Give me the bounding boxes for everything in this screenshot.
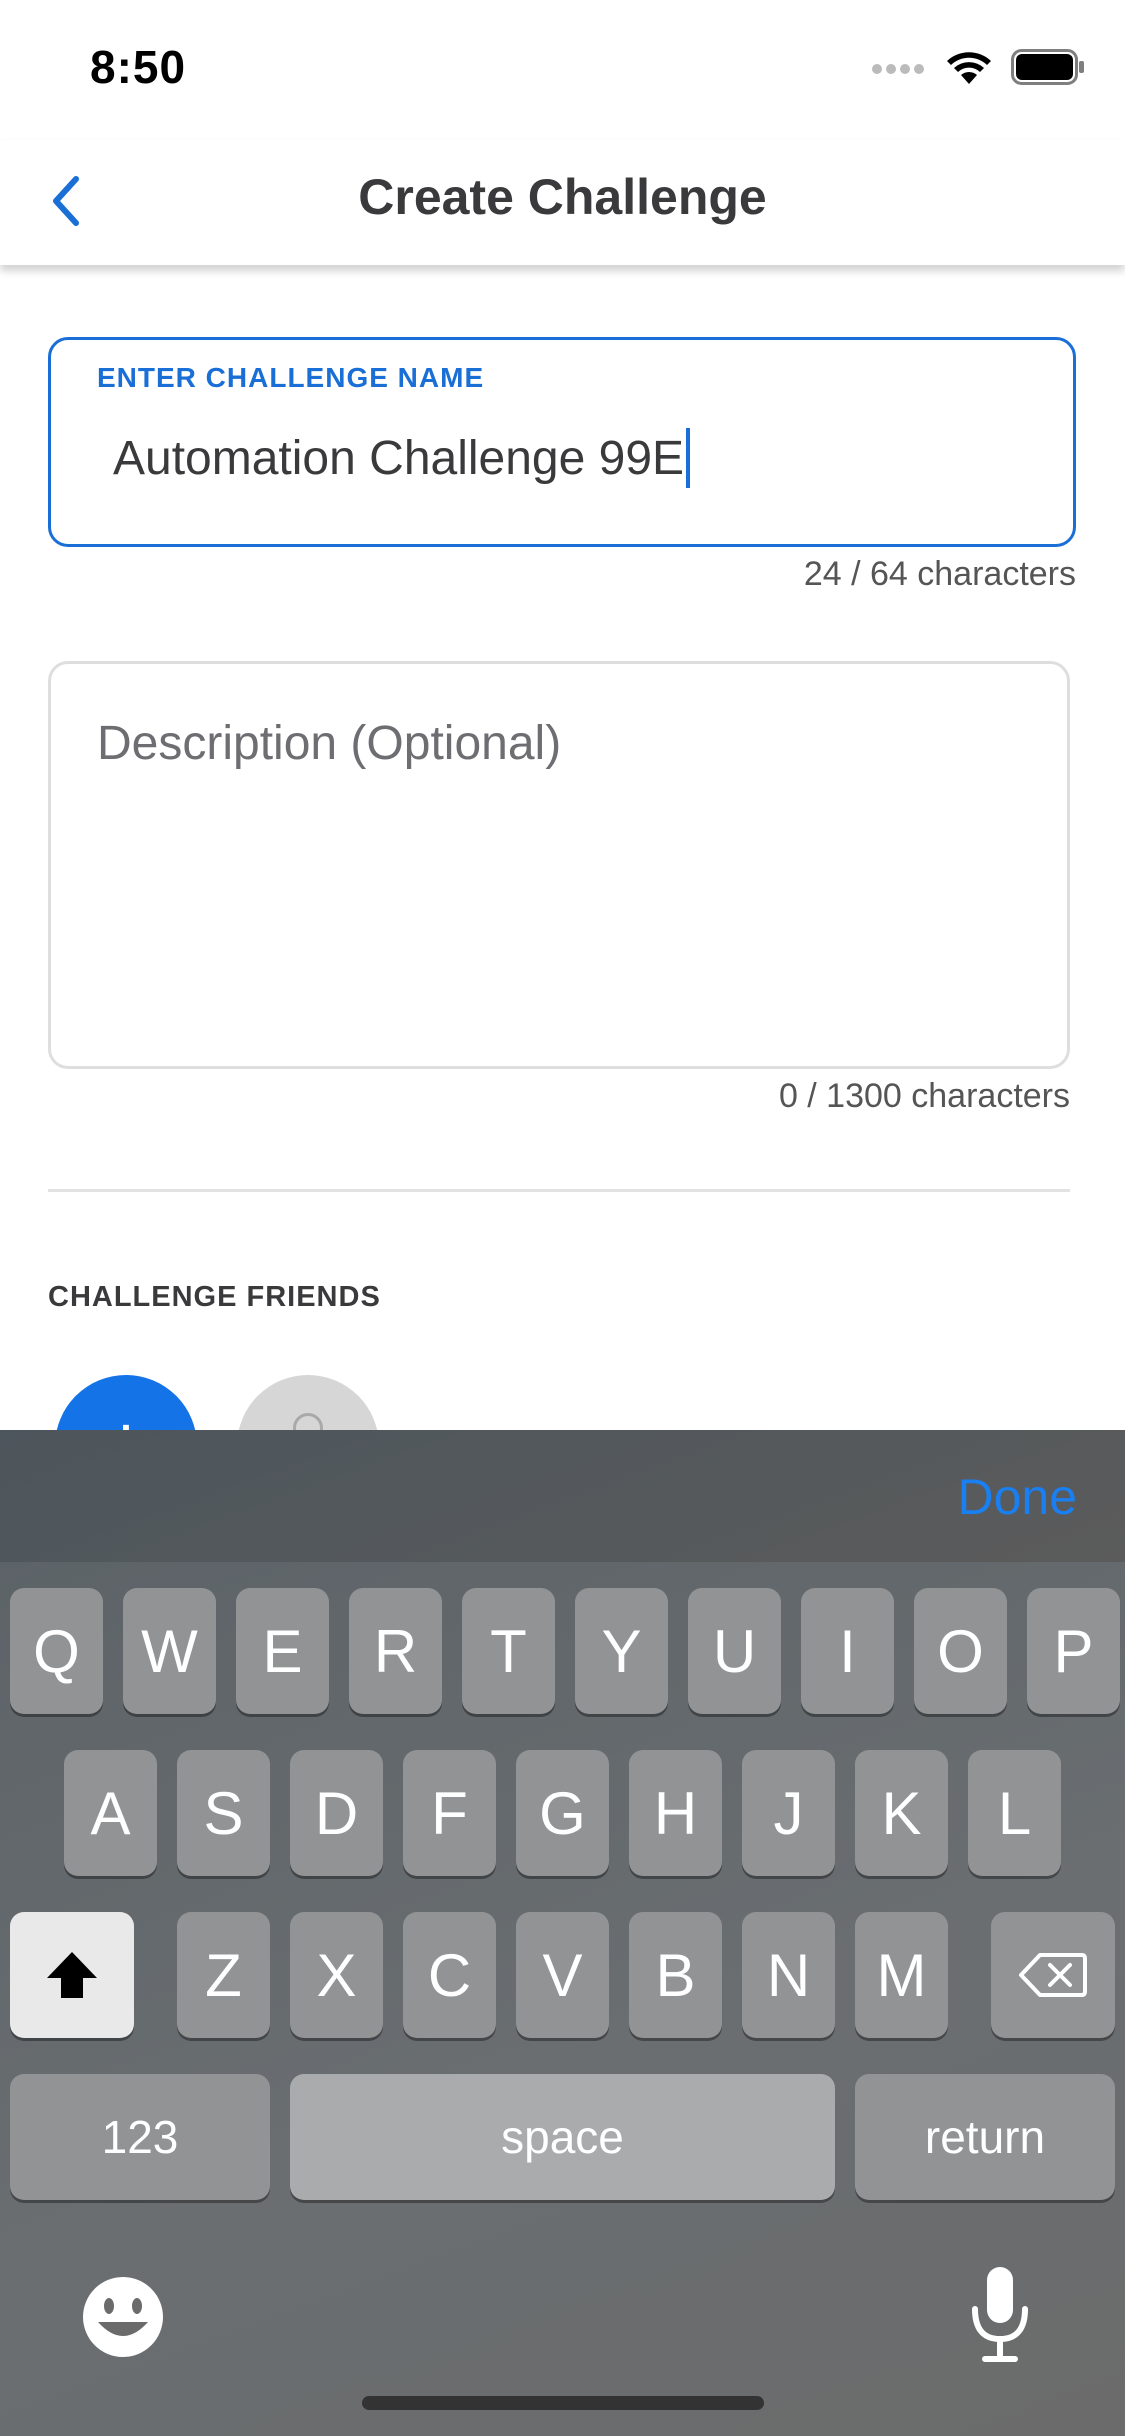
status-bar: 8:50 bbox=[0, 0, 1125, 140]
keyboard-accessory-bar: Done bbox=[0, 1430, 1125, 1562]
friend-avatar[interactable] bbox=[237, 1375, 379, 1430]
key-q[interactable]: Q bbox=[10, 1588, 103, 1714]
key-r[interactable]: R bbox=[349, 1588, 442, 1714]
description-counter: 0 / 1300 characters bbox=[778, 1077, 1070, 1115]
key-b[interactable]: B bbox=[629, 1912, 722, 2038]
key-a[interactable]: A bbox=[64, 1750, 157, 1876]
description-input[interactable]: Description (Optional) bbox=[48, 661, 1070, 1069]
challenge-name-label: ENTER CHALLENGE NAME bbox=[97, 362, 485, 393]
shift-icon bbox=[47, 1952, 97, 1998]
status-icons bbox=[871, 48, 1085, 86]
signal-icon bbox=[872, 64, 924, 74]
key-e[interactable]: E bbox=[236, 1588, 329, 1714]
key-v[interactable]: V bbox=[516, 1912, 609, 2038]
numbers-key[interactable]: 123 bbox=[10, 2074, 270, 2200]
backspace-icon bbox=[1019, 1953, 1087, 1997]
key-w[interactable]: W bbox=[123, 1588, 216, 1714]
key-d[interactable]: D bbox=[290, 1750, 383, 1876]
key-o[interactable]: O bbox=[914, 1588, 1007, 1714]
add-friend-button[interactable]: + bbox=[55, 1375, 197, 1430]
emoji-key[interactable] bbox=[78, 2272, 168, 2362]
create-challenge-form: ENTER CHALLENGE NAME Automation Challeng… bbox=[0, 265, 1125, 1430]
return-key[interactable]: return bbox=[855, 2074, 1115, 2200]
key-y[interactable]: Y bbox=[575, 1588, 668, 1714]
keyboard: Done Q W E R T Y U I O P A S D F G H J K… bbox=[0, 1430, 1125, 2436]
challenge-name-counter: 24 / 64 characters bbox=[803, 555, 1076, 593]
key-s[interactable]: S bbox=[177, 1750, 270, 1876]
key-n[interactable]: N bbox=[742, 1912, 835, 2038]
microphone-icon bbox=[972, 2267, 1028, 2362]
status-time: 8:50 bbox=[90, 41, 187, 93]
challenge-name-value-wrap: Automation Challenge 99E bbox=[113, 428, 691, 488]
key-i[interactable]: I bbox=[801, 1588, 894, 1714]
key-p[interactable]: P bbox=[1027, 1588, 1120, 1714]
challenge-name-input[interactable]: ENTER CHALLENGE NAME Automation Challeng… bbox=[48, 337, 1076, 547]
battery-icon bbox=[1011, 49, 1084, 85]
wifi-icon bbox=[947, 52, 991, 84]
home-indicator bbox=[362, 2396, 764, 2410]
emoji-icon bbox=[83, 2277, 163, 2357]
key-k[interactable]: K bbox=[855, 1750, 948, 1876]
dictation-key[interactable] bbox=[965, 2265, 1035, 2365]
key-z[interactable]: Z bbox=[177, 1912, 270, 2038]
delete-key[interactable] bbox=[991, 1912, 1115, 2038]
text-caret bbox=[686, 428, 691, 488]
key-j[interactable]: J bbox=[742, 1750, 835, 1876]
done-button[interactable]: Done bbox=[957, 1468, 1077, 1526]
page-title: Create Challenge bbox=[358, 169, 767, 225]
key-f[interactable]: F bbox=[403, 1750, 496, 1876]
shift-key[interactable] bbox=[10, 1912, 134, 2038]
key-t[interactable]: T bbox=[462, 1588, 555, 1714]
section-divider bbox=[48, 1189, 1070, 1192]
space-key[interactable]: space bbox=[290, 2074, 835, 2200]
key-x[interactable]: X bbox=[290, 1912, 383, 2038]
key-g[interactable]: G bbox=[516, 1750, 609, 1876]
key-c[interactable]: C bbox=[403, 1912, 496, 2038]
description-placeholder: Description (Optional) bbox=[97, 717, 562, 770]
person-icon bbox=[293, 1413, 323, 1430]
key-m[interactable]: M bbox=[855, 1912, 948, 2038]
key-u[interactable]: U bbox=[688, 1588, 781, 1714]
key-l[interactable]: L bbox=[968, 1750, 1061, 1876]
nav-bar: Create Challenge bbox=[0, 140, 1125, 265]
key-h[interactable]: H bbox=[629, 1750, 722, 1876]
challenge-friends-heading: CHALLENGE FRIENDS bbox=[48, 1281, 381, 1313]
challenge-name-value: Automation Challenge 99E bbox=[113, 431, 685, 485]
